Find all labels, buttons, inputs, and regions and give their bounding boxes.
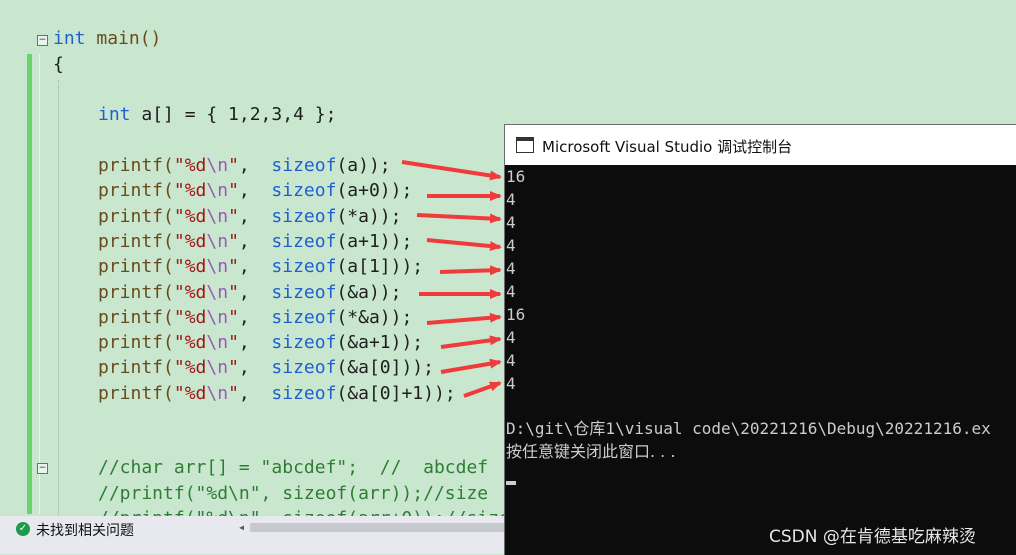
console-output-line: 4 (506, 374, 516, 393)
check-circle-icon: ✓ (16, 522, 30, 536)
watermark: CSDN @在肯德基吃麻辣烫 (769, 527, 976, 547)
arrow-8 (440, 335, 502, 349)
arrow-3 (416, 213, 502, 224)
horizontal-scrollbar[interactable] (250, 523, 505, 532)
debug-console-window[interactable]: Microsoft Visual Studio 调试控制台 16 4 4 4 4 4 16 4… (504, 124, 1016, 555)
console-output-line: 4 (506, 236, 516, 255)
console-output-line: 16 (506, 167, 526, 186)
console-output-line: 4 (506, 213, 516, 232)
console-output-line: 4 (506, 351, 516, 370)
arrow-10 (463, 381, 502, 398)
console-output-line: 4 (506, 328, 516, 347)
console-cursor (506, 481, 516, 485)
console-output-line: 4 (506, 282, 516, 301)
console-titlebar[interactable]: Microsoft Visual Studio 调试控制台 (505, 125, 1016, 165)
console-title: Microsoft Visual Studio 调试控制台 (542, 138, 793, 156)
arrow-1 (401, 160, 502, 181)
arrow-9 (440, 358, 502, 374)
arrow-4 (426, 238, 502, 252)
status-message[interactable]: 未找到相关问题 (36, 520, 134, 540)
console-prompt-line: 按任意键关闭此窗口. . . (506, 442, 676, 461)
console-output-line: 4 (506, 190, 516, 209)
arrow-7 (426, 312, 502, 325)
scroll-left-icon[interactable]: ◂ (238, 520, 245, 534)
console-app-icon (516, 137, 534, 153)
console-path-line: D:\git\仓库1\visual code\20221216\Debug\20… (506, 419, 991, 438)
console-output-line: 16 (506, 305, 526, 324)
arrow-5 (439, 265, 502, 276)
console-output-line: 4 (506, 259, 516, 278)
